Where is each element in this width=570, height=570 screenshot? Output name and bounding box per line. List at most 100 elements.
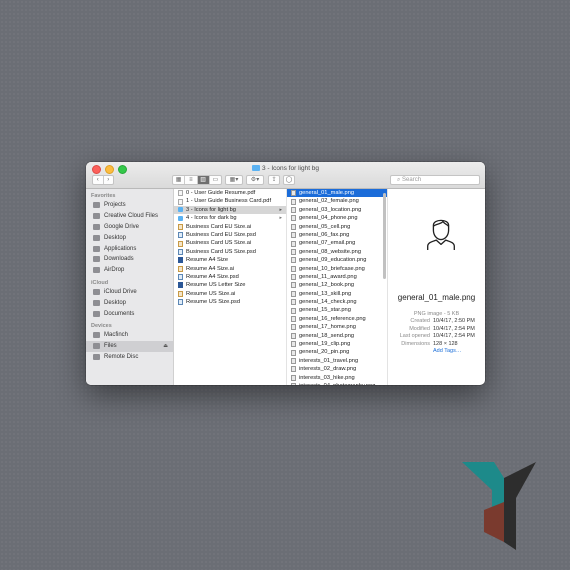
sidebar-item[interactable]: Google Drive [86, 222, 173, 233]
list-item[interactable]: Resume US Size.psd [174, 298, 286, 306]
list-item[interactable]: general_11_award.png [287, 273, 387, 281]
sidebar-item[interactable]: Desktop [86, 297, 173, 308]
action-gear-button[interactable]: ⚙▾ [246, 175, 264, 185]
info-value: 128 × 128 [433, 340, 458, 347]
sidebar-item-label: Files [104, 343, 117, 350]
list-item[interactable]: general_06_fax.png [287, 231, 387, 239]
sidebar-item[interactable]: Macfinch [86, 330, 173, 341]
sidebar-item[interactable]: Desktop [86, 232, 173, 243]
list-item-label: general_05_cell.png [299, 223, 351, 230]
gallery-view-button[interactable]: ▭ [210, 176, 221, 184]
list-item[interactable]: general_02_female.png [287, 197, 387, 205]
list-item[interactable]: general_03_location.png [287, 206, 387, 214]
eject-icon[interactable]: ⏏ [163, 343, 168, 349]
list-item[interactable]: general_12_book.png [287, 281, 387, 289]
list-item[interactable]: general_10_briefcase.png [287, 265, 387, 273]
info-key: Modified [409, 325, 430, 332]
file-info: PNG image - 5 KB Created 10/4/17, 2:50 PM… [388, 311, 485, 356]
list-item[interactable]: Resume A4 Size.ai [174, 265, 286, 273]
list-item[interactable]: Business Card US Size.psd [174, 248, 286, 256]
list-item-label: general_19_clip.png [299, 341, 351, 348]
png-file-icon [291, 332, 296, 339]
file-icon [178, 223, 183, 230]
list-item[interactable]: 4 - Icons for dark bg ▸ [174, 214, 286, 222]
list-item[interactable]: general_20_pin.png [287, 348, 387, 356]
column-parent-folder: 0 - User Guide Resume.pdf 1 - User Guide … [174, 189, 287, 385]
add-tags-link[interactable]: Add Tags… [433, 348, 461, 356]
list-item[interactable]: interests_01_travel.png [287, 357, 387, 365]
info-value: 10/4/17, 2:54 PM [433, 333, 475, 339]
list-item-label: general_12_book.png [299, 282, 355, 289]
info-value: 10/4/17, 2:50 PM [433, 318, 475, 324]
file-icon [178, 274, 183, 281]
list-item-label: Resume A4 Size.psd [186, 273, 239, 280]
list-item-label: general_20_pin.png [299, 349, 350, 356]
tags-button[interactable]: ◯ [283, 175, 295, 185]
applications-icon [93, 245, 100, 252]
title-bar: 3 - Icons for light bg ‹ › ▦ ≡ ▥ ▭ ▦▾ ⚙▾… [86, 162, 485, 189]
list-item[interactable]: Business Card EU Size.ai [174, 223, 286, 231]
forward-button[interactable]: › [104, 176, 114, 184]
list-item[interactable]: general_05_cell.png [287, 223, 387, 231]
list-item[interactable]: general_08_website.png [287, 248, 387, 256]
folder-icon [93, 202, 100, 209]
list-view-button[interactable]: ≡ [185, 176, 198, 184]
search-input[interactable]: ⌕ Search [390, 175, 480, 185]
list-item[interactable]: general_07_email.png [287, 239, 387, 247]
list-item[interactable]: general_04_phone.png [287, 214, 387, 222]
list-item-label: interests_01_travel.png [299, 357, 359, 364]
sidebar-item[interactable]: iCloud Drive [86, 287, 173, 298]
arrange-button[interactable]: ▦▾ [225, 175, 243, 185]
list-item[interactable]: 1 - User Guide Business Card.pdf [174, 197, 286, 205]
desktop-icon [93, 234, 100, 241]
sidebar-item[interactable]: AirDrop [86, 265, 173, 276]
sidebar-item[interactable]: Applications [86, 243, 173, 254]
scrollbar[interactable] [383, 193, 386, 279]
info-row: Dimensions 128 × 128 [388, 341, 485, 349]
list-item[interactable]: Resume A4 Size.psd [174, 273, 286, 281]
list-item[interactable]: general_15_star.png [287, 306, 387, 314]
list-item[interactable]: Resume US Letter Size [174, 281, 286, 289]
png-file-icon [291, 257, 296, 264]
sidebar-item[interactable]: Documents [86, 308, 173, 319]
list-item[interactable]: Business Card US Size.ai [174, 239, 286, 247]
list-item[interactable]: general_19_clip.png [287, 340, 387, 348]
share-button[interactable]: ⇪ [268, 175, 280, 185]
sidebar-item[interactable]: Creative Cloud Files [86, 211, 173, 222]
list-item[interactable]: general_17_home.png [287, 323, 387, 331]
png-file-icon [291, 282, 296, 289]
sidebar-item[interactable]: Remote Disc [86, 352, 173, 363]
list-item[interactable]: general_16_reference.png [287, 315, 387, 323]
list-item[interactable]: Resume A4 Size [174, 256, 286, 264]
list-item-label: general_01_male.png [299, 190, 355, 196]
list-item[interactable]: interests_04_photography.png [287, 382, 387, 385]
sidebar-item[interactable]: Downloads [86, 254, 173, 265]
list-item[interactable]: interests_02_draw.png [287, 365, 387, 373]
desktop-icon [93, 299, 100, 306]
list-item[interactable]: Resume US Size.ai [174, 290, 286, 298]
list-item-label: 3 - Icons for light bg [186, 206, 236, 213]
list-item-label: general_17_home.png [299, 324, 356, 331]
list-item[interactable]: 3 - Icons for light bg ▸ [174, 205, 286, 215]
sidebar-item[interactable]: Files ⏏ [86, 340, 173, 352]
sidebar-item[interactable]: Projects [86, 200, 173, 211]
list-item[interactable]: general_18_send.png [287, 332, 387, 340]
preview-filename: general_01_male.png [397, 293, 476, 302]
file-icon [178, 232, 183, 239]
list-item-label: interests_02_draw.png [299, 366, 357, 373]
list-item[interactable]: interests_03_hike.png [287, 374, 387, 382]
list-item[interactable]: general_14_check.png [287, 298, 387, 306]
list-item[interactable]: general_09_education.png [287, 256, 387, 264]
list-item[interactable]: general_13_skill.png [287, 290, 387, 298]
column-view-button[interactable]: ▥ [197, 176, 210, 184]
back-button[interactable]: ‹ [93, 176, 104, 184]
airdrop-icon [93, 267, 100, 274]
info-row: Created 10/4/17, 2:50 PM [388, 318, 485, 326]
list-item[interactable]: 0 - User Guide Resume.pdf [174, 189, 286, 197]
sidebar-item-label: iCloud Drive [104, 288, 137, 295]
list-item[interactable]: general_01_male.png [287, 189, 387, 198]
info-row: Modified 10/4/17, 2:54 PM [388, 326, 485, 334]
list-item-label: Resume A4 Size.ai [186, 265, 235, 272]
icon-view-button[interactable]: ▦ [173, 176, 186, 184]
list-item[interactable]: Business Card EU Size.psd [174, 231, 286, 239]
